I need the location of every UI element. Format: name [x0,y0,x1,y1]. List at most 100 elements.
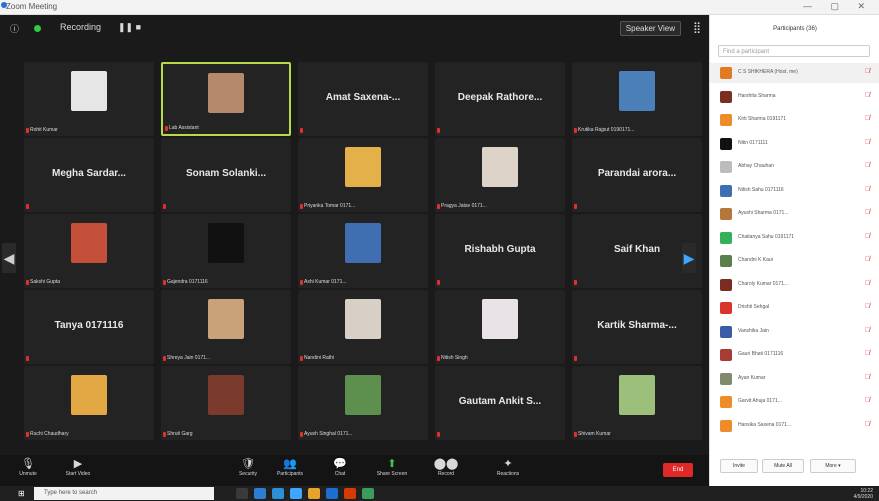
participant-row[interactable]: Vanshika Jain 🎙̸ [710,322,879,342]
participant-row[interactable]: Chandni K Kaur 🎙̸ [710,251,879,271]
muted-mic-icon [26,432,29,437]
participant-row[interactable]: Harshita Sharma 🎙̸ [710,87,879,107]
participant-search-input[interactable]: Find a participant [718,45,870,57]
video-tile[interactable]: Ruchi Chaudhary [24,366,154,440]
participants-action-button[interactable]: Mute All [762,459,804,473]
muted-mic-icon[interactable]: 🎙̸ [865,421,870,428]
office-icon[interactable] [344,488,356,499]
video-tile[interactable]: Gajendra 0171116 [161,214,291,288]
window-controls[interactable]: — ▢ ✕ [803,1,873,12]
muted-mic-icon[interactable]: 🎙̸ [865,303,870,310]
participant-row[interactable]: Kirti Sharma 0191171 🎙̸ [710,110,879,130]
muted-mic-icon[interactable]: 🎙̸ [865,186,870,193]
next-page-arrow-icon[interactable]: ▶ [682,243,696,273]
muted-mic-icon[interactable]: 🎙̸ [865,139,870,146]
participant-display-name: Rishabh Gupta [464,244,536,255]
mail-icon[interactable] [326,488,338,499]
taskbar-clock[interactable]: 10:22 4/9/2020 [854,488,873,500]
edge-icon[interactable] [254,488,266,499]
participant-row[interactable]: Charoly Kumar 0171... 🎙̸ [710,275,879,295]
participant-row[interactable]: Garvit Ahuja 0171... 🎙̸ [710,392,879,412]
video-tile[interactable]: Sakshi Gupta [24,214,154,288]
participant-row[interactable]: C S SHIKHERA (Host, me) 🎙̸ [710,63,879,83]
control-start-video[interactable]: ▶ Start Video [58,457,98,477]
video-tile[interactable]: Krutika Rajput 0190171... [572,62,702,136]
meeting-controls-bar: End 🎙 Unmute ▶ Start Video 🛡 Security 👥 Partici… [0,455,709,486]
participant-row[interactable]: Ayushi Sharma 0171... 🎙̸ [710,204,879,224]
participant-label: Sakshi Gupta [30,279,61,285]
end-meeting-button[interactable]: End [663,463,693,477]
zoom-taskbar-icon[interactable] [290,488,302,499]
video-tile[interactable]: Ayush Singhal 0171... [298,366,428,440]
participant-row[interactable]: Drishti Sehgal 🎙̸ [710,298,879,318]
video-tile[interactable]: Megha Sardar... [24,138,154,212]
encryption-icon[interactable] [34,25,41,32]
video-tile[interactable]: Kartik Sharma-... [572,290,702,364]
participant-avatar [720,90,732,103]
participant-display-name: Tanya 0171116 [54,320,124,331]
video-tile[interactable]: Priyanka Tomar 0171... [298,138,428,212]
muted-mic-icon[interactable]: 🎙̸ [865,162,870,169]
video-tile[interactable]: Parandai arora... [572,138,702,212]
video-tile[interactable]: Nitish Singh [435,290,565,364]
muted-mic-icon[interactable]: 🎙̸ [865,68,870,75]
muted-mic-icon[interactable]: 🎙̸ [865,233,870,240]
control-label: Participants [276,471,304,477]
video-tile[interactable]: Shruti Garg [161,366,291,440]
video-tile[interactable]: Shivam Kumar [572,366,702,440]
muted-mic-icon[interactable]: 🎙̸ [865,256,870,263]
participant-row[interactable]: Hansika Saxena 0171... 🎙̸ [710,416,879,436]
video-tile[interactable]: Rishabh Gupta [435,214,565,288]
participants-action-button[interactable]: Invite [720,459,758,473]
muted-mic-icon [574,204,577,209]
muted-mic-icon[interactable]: 🎙̸ [865,115,870,122]
video-tile[interactable]: Sonam Solanki... [161,138,291,212]
chrome-icon[interactable] [362,488,374,499]
info-icon[interactable]: ⓘ [10,22,19,35]
control-record[interactable]: ⬤⬤ Record [426,457,466,477]
participant-row[interactable]: Ayan Kumar 🎙̸ [710,369,879,389]
meeting-topbar: ⓘ Recording ❚❚ ■ Speaker View ⣿ [0,15,709,41]
participant-row[interactable]: Nitish Sahu 0171116 🎙̸ [710,181,879,201]
video-tile[interactable]: Gautam Ankit S... [435,366,565,440]
video-tile[interactable]: Deepak Rathore... [435,62,565,136]
participants-action-button[interactable]: More ▾ [810,459,856,473]
muted-mic-icon[interactable]: 🎙̸ [865,209,870,216]
previous-page-arrow-icon[interactable]: ◀ [2,243,16,273]
gallery-grid-icon[interactable]: ⣿ [693,21,701,34]
control-reactions[interactable]: ✦ Reactions [488,457,528,477]
control-icon: 🎙 [21,458,35,470]
recording-pause-stop[interactable]: ❚❚ ■ [118,22,141,33]
video-tile[interactable]: Pragya Jatav 0171... [435,138,565,212]
file-explorer-icon[interactable] [272,488,284,499]
muted-mic-icon[interactable]: 🎙̸ [865,350,870,357]
windows-start-icon[interactable]: ⊞ [18,489,27,498]
control-unmute[interactable]: 🎙 Unmute [8,457,48,477]
muted-mic-icon[interactable]: 🎙̸ [865,92,870,99]
control-security[interactable]: 🛡 Security [228,457,268,477]
store-icon[interactable] [308,488,320,499]
video-tile[interactable]: Lab Assistant [161,62,291,136]
video-tile[interactable]: Ashi Kumar 0171... [298,214,428,288]
muted-mic-icon[interactable]: 🎙̸ [865,397,870,404]
participant-row[interactable]: Chaitanya Sahu 0191171 🎙̸ [710,228,879,248]
participant-row[interactable]: Abhay Chauhan 🎙̸ [710,157,879,177]
speaker-view-button[interactable]: Speaker View [619,21,681,36]
muted-mic-icon[interactable]: 🎙̸ [865,280,870,287]
participant-row[interactable]: Gauri Bhati 0171116 🎙̸ [710,345,879,365]
muted-mic-icon[interactable]: 🎙̸ [865,374,870,381]
control-participants[interactable]: 👥 Participants [270,457,310,477]
taskbar-search-input[interactable]: Type here to search [34,487,214,500]
muted-mic-icon[interactable]: 🎙̸ [865,327,870,334]
control-icon: ⬤⬤ [433,458,459,470]
muted-mic-icon [437,128,440,133]
video-tile[interactable]: Tanya 0171116 [24,290,154,364]
video-tile[interactable]: Shreya Jain 0171... [161,290,291,364]
control-share-screen[interactable]: ⬆ Share Screen [372,457,412,477]
participant-row[interactable]: Nitin 0171111 🎙̸ [710,134,879,154]
task-view-icon[interactable] [236,488,248,499]
control-chat[interactable]: 💬 Chat [320,457,360,477]
video-tile[interactable]: Rohit Kumar [24,62,154,136]
video-tile[interactable]: Nandini Rathi [298,290,428,364]
video-tile[interactable]: Amat Saxena-... [298,62,428,136]
